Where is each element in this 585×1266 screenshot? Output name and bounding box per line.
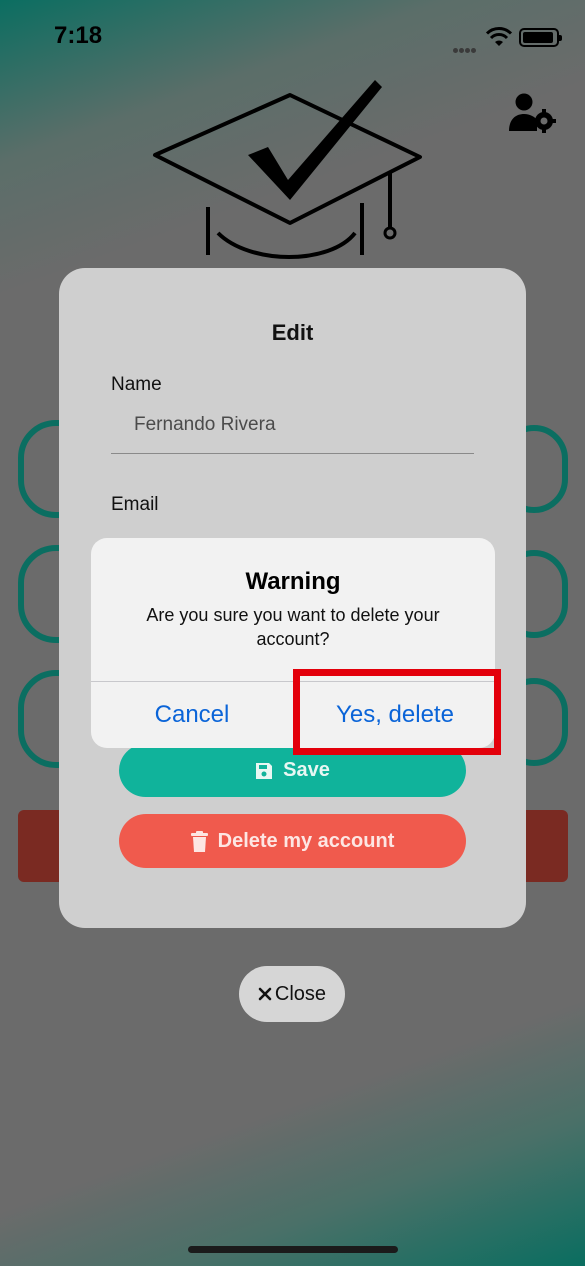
home-indicator [188, 1246, 398, 1253]
status-bar: 7:18 [0, 0, 585, 70]
modal-title: Edit [271, 320, 314, 345]
graduation-cap-check-icon [153, 80, 422, 259]
close-icon [258, 987, 272, 1001]
email-label: Email [111, 494, 159, 515]
floppy-disk-icon [256, 762, 273, 779]
name-field-underline [111, 453, 474, 454]
cellular-signal-icon [453, 40, 477, 58]
user-gear-icon[interactable] [508, 93, 556, 133]
cancel-button[interactable]: Cancel [91, 682, 293, 748]
save-button-label: Save [283, 759, 330, 781]
delete-account-button-label: Delete my account [217, 829, 395, 852]
battery-icon [519, 28, 562, 47]
alert-title: Warning [245, 568, 341, 595]
highlight-box [293, 669, 501, 755]
delete-account-button[interactable]: Delete my account [119, 814, 466, 868]
name-label: Name [111, 374, 162, 395]
alert-message: Are you sure you want to delete your acc… [146, 605, 440, 649]
close-button-label: Close [274, 982, 327, 1005]
close-button[interactable]: Close [239, 966, 345, 1022]
wifi-icon [486, 27, 512, 46]
status-time: 7:18 [54, 22, 103, 49]
name-field[interactable]: Fernando Rivera [134, 414, 276, 436]
trash-icon [190, 830, 208, 852]
